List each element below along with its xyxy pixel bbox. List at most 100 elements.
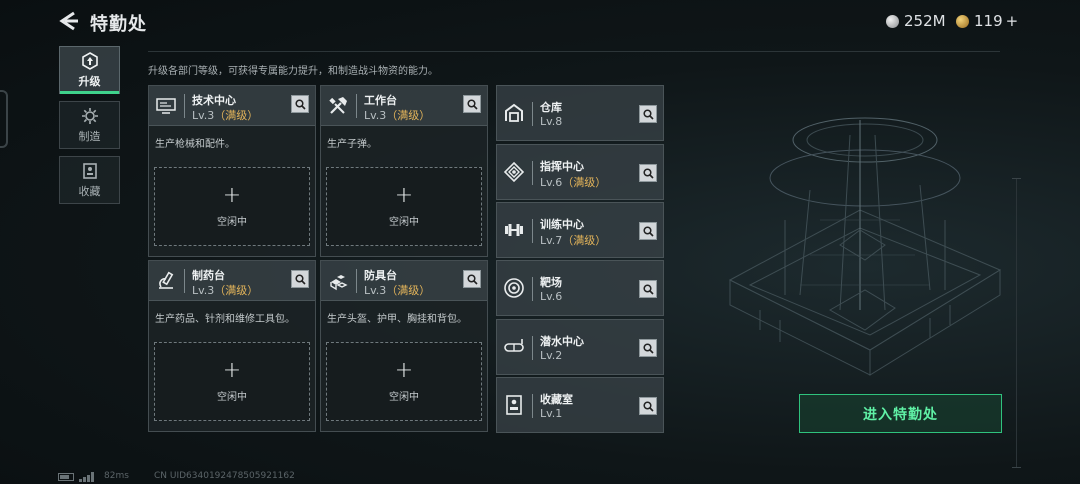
card-name: 防具台 bbox=[364, 269, 397, 282]
card-header[interactable]: 制药台 Lv.3（满级） bbox=[149, 261, 315, 301]
facility-card-training-center[interactable]: 训练中心 Lv.7（满级） bbox=[496, 202, 664, 258]
battery-icon bbox=[58, 473, 74, 481]
card-header[interactable]: 防具台 Lv.3（满级） bbox=[321, 261, 487, 301]
facility-card-shooting-range[interactable]: 靶场 Lv.6 bbox=[496, 260, 664, 316]
silver-coin-icon bbox=[886, 14, 899, 28]
card-level: Lv.2 bbox=[540, 349, 563, 362]
card-divider bbox=[532, 161, 533, 185]
inspect-button[interactable] bbox=[463, 270, 481, 288]
search-icon bbox=[642, 342, 654, 354]
card-header[interactable]: 技术中心 Lv.3（满级） bbox=[149, 86, 315, 126]
card-description: 生产药品、针剂和维修工具包。 bbox=[155, 314, 295, 325]
inspect-button[interactable] bbox=[291, 95, 309, 113]
facility-card-diving-center[interactable]: 潜水中心 Lv.2 bbox=[496, 319, 664, 375]
collection-icon bbox=[82, 162, 97, 179]
gear-icon bbox=[81, 107, 98, 124]
idle-label: 空闲中 bbox=[389, 392, 419, 403]
add-icon: + bbox=[394, 358, 414, 383]
tab-manufacture[interactable]: 制造 bbox=[59, 101, 120, 149]
upgrade-icon bbox=[81, 51, 98, 70]
card-level: Lv.3（满级） bbox=[192, 109, 259, 122]
edge-decoration bbox=[0, 90, 8, 148]
card-level: Lv.3（满级） bbox=[364, 109, 431, 122]
command-center-icon bbox=[503, 161, 525, 183]
card-divider bbox=[532, 102, 533, 126]
search-icon bbox=[642, 225, 654, 237]
facility-card-warehouse[interactable]: 仓库 Lv.8 bbox=[496, 85, 664, 141]
dumbbell-icon bbox=[505, 224, 523, 236]
inspect-button[interactable] bbox=[639, 339, 657, 357]
silver-amount: 252M bbox=[904, 12, 946, 30]
pharmacy-icon bbox=[159, 271, 174, 289]
tab-collection[interactable]: 收藏 bbox=[59, 156, 120, 204]
card-name: 技术中心 bbox=[192, 94, 236, 107]
silver-currency: 252M bbox=[886, 12, 946, 30]
search-icon bbox=[466, 98, 478, 110]
frame-tick bbox=[1012, 178, 1021, 179]
gold-coin-icon bbox=[956, 14, 969, 28]
search-icon bbox=[642, 283, 654, 295]
inspect-button[interactable] bbox=[463, 95, 481, 113]
card-name: 靶场 bbox=[540, 276, 562, 289]
signal-icon bbox=[79, 472, 94, 482]
idle-label: 空闲中 bbox=[389, 217, 419, 228]
tab-collection-label: 收藏 bbox=[78, 184, 101, 198]
card-level: Lv.1 bbox=[540, 407, 563, 420]
card-divider bbox=[532, 277, 533, 301]
card-header[interactable]: 工作台 Lv.3（满级） bbox=[321, 86, 487, 126]
tab-upgrade[interactable]: 升级 bbox=[59, 46, 120, 94]
idle-production-slot[interactable]: + 空闲中 bbox=[154, 167, 310, 246]
inspect-button[interactable] bbox=[639, 164, 657, 182]
card-level: Lv.3（满级） bbox=[192, 284, 259, 297]
user-id: CN UID6340192478505921162 bbox=[154, 471, 295, 481]
card-divider bbox=[532, 219, 533, 243]
tech-center-icon bbox=[156, 98, 176, 114]
tab-upgrade-label: 升级 bbox=[78, 74, 101, 88]
inspect-button[interactable] bbox=[639, 397, 657, 415]
diving-mask-icon bbox=[504, 339, 524, 352]
inspect-button[interactable] bbox=[639, 280, 657, 298]
card-divider bbox=[356, 269, 357, 293]
search-icon bbox=[466, 273, 478, 285]
card-level: Lv.8 bbox=[540, 115, 563, 128]
workstation-card-pharmacy: 制药台 Lv.3（满级） 生产药品、针剂和维修工具包。 + 空闲中 bbox=[148, 260, 316, 432]
gold-amount: 119 bbox=[974, 12, 1003, 30]
card-name: 工作台 bbox=[364, 94, 397, 107]
idle-production-slot[interactable]: + 空闲中 bbox=[326, 167, 482, 246]
card-divider bbox=[356, 94, 357, 118]
idle-production-slot[interactable]: + 空闲中 bbox=[154, 342, 310, 421]
facility-card-command-center[interactable]: 指挥中心 Lv.6（满级） bbox=[496, 144, 664, 200]
card-description: 生产枪械和配件。 bbox=[155, 139, 235, 150]
inspect-button[interactable] bbox=[639, 222, 657, 240]
search-icon bbox=[642, 108, 654, 120]
card-description: 生产子弹。 bbox=[327, 139, 377, 150]
card-description: 生产头盔、护甲、胸挂和背包。 bbox=[327, 314, 467, 325]
idle-production-slot[interactable]: + 空闲中 bbox=[326, 342, 482, 421]
search-icon bbox=[294, 98, 306, 110]
page-description: 升级各部门等级，可获得专属能力提升，和制造战斗物资的能力。 bbox=[148, 66, 438, 77]
search-icon bbox=[642, 167, 654, 179]
card-name: 仓库 bbox=[540, 101, 562, 114]
card-level: Lv.7（满级） bbox=[540, 234, 607, 247]
gold-currency[interactable]: 119 + bbox=[956, 12, 1018, 30]
inspect-button[interactable] bbox=[639, 105, 657, 123]
base-wireframe-illustration bbox=[728, 117, 1002, 376]
card-divider bbox=[184, 94, 185, 118]
workstation-card-armor-bench: 防具台 Lv.3（满级） 生产头盔、护甲、胸挂和背包。 + 空闲中 bbox=[320, 260, 488, 432]
add-currency-icon[interactable]: + bbox=[1006, 12, 1019, 30]
target-icon bbox=[504, 278, 524, 298]
search-icon bbox=[642, 400, 654, 412]
workbench-icon bbox=[329, 97, 347, 114]
workstation-card-workbench: 工作台 Lv.3（满级） 生产子弹。 + 空闲中 bbox=[320, 85, 488, 257]
add-icon: + bbox=[222, 358, 242, 383]
card-divider bbox=[532, 336, 533, 360]
inspect-button[interactable] bbox=[291, 270, 309, 288]
facility-card-collection-room[interactable]: 收藏室 Lv.1 bbox=[496, 377, 664, 433]
warehouse-icon bbox=[505, 103, 523, 122]
back-arrow-icon[interactable] bbox=[58, 10, 80, 32]
card-name: 制药台 bbox=[192, 269, 225, 282]
armor-bench-icon bbox=[330, 275, 348, 291]
card-level: Lv.6 bbox=[540, 290, 563, 303]
card-level: Lv.3（满级） bbox=[364, 284, 431, 297]
enter-special-ops-button[interactable]: 进入特勤处 bbox=[799, 394, 1002, 433]
